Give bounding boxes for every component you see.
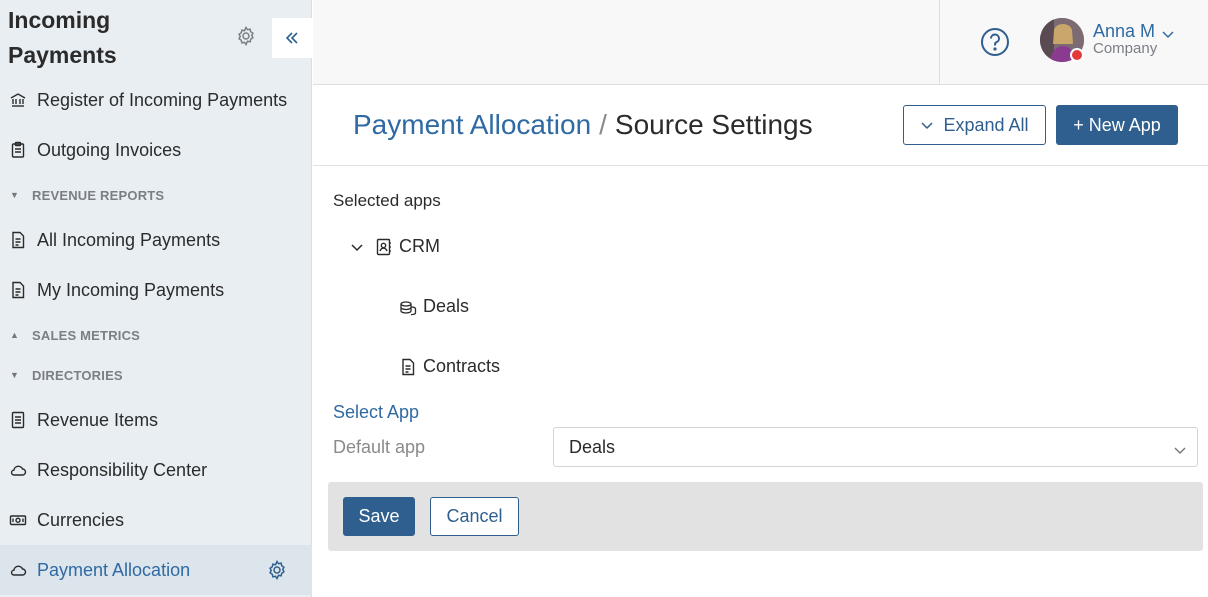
section-sales-metrics[interactable]: ▲ SALES METRICS [0,315,312,355]
gear-icon[interactable] [236,25,256,47]
sidebar-item-currencies[interactable]: Currencies [0,495,312,545]
sidebar-item-my-incoming-payments[interactable]: My Incoming Payments [0,265,312,315]
app-title-line2: Payments [8,42,117,68]
cloud-icon [8,560,28,580]
sidebar-item-revenue-items[interactable]: Revenue Items [0,395,312,445]
collapse-sidebar-button[interactable] [272,18,312,58]
section-revenue-reports[interactable]: ▼ REVENUE REPORTS [0,175,312,215]
tree-node-label: Deals [423,296,470,316]
section-directories[interactable]: ▼ DIRECTORIES [0,355,312,395]
cancel-button[interactable]: Cancel [430,497,519,536]
title-bar: Payment Allocation / Source Settings Expan… [313,85,1208,166]
sidebar-nav: Register of Incoming Payments Outgoing I… [0,75,312,595]
sidebar-item-label: Currencies [37,509,125,530]
default-app-value: Deals [569,436,616,457]
banknote-icon [8,510,28,530]
gear-icon[interactable] [267,559,287,581]
caret-down-icon: ▼ [10,370,19,380]
sidebar-item-label: Payment Allocation [37,559,191,580]
sidebar-item-label: Responsibility Center [37,459,208,480]
new-app-button[interactable]: + New App [1056,105,1178,145]
sidebar-item-outgoing-invoices[interactable]: Outgoing Invoices [0,125,312,175]
help-icon[interactable] [980,27,1010,57]
tree-node-contracts[interactable]: Contracts [398,356,500,377]
sidebar-item-label: Outgoing Invoices [37,139,182,160]
select-app-link[interactable]: Select App [333,402,419,423]
status-badge [1070,48,1084,62]
expand-all-button[interactable]: Expand All [903,105,1046,145]
tree-node-label: Contracts [423,356,501,376]
default-app-label: Default app [333,437,426,457]
default-app-select[interactable]: Deals [553,427,1198,467]
save-label: Save [358,506,400,526]
page-title: Source Settings [614,109,813,140]
coins-icon [398,297,418,317]
list-icon [8,410,28,430]
section-label: REVENUE REPORTS [32,187,165,203]
user-name[interactable]: Anna M [1093,21,1155,42]
double-chevron-left-icon [285,32,298,44]
bank-icon [8,90,28,110]
tree-node-label: CRM [399,236,440,256]
save-button[interactable]: Save [343,497,415,536]
header-divider [939,0,940,84]
expand-all-label: Expand All [943,114,1029,135]
caret-up-icon: ▲ [10,330,19,340]
chevron-down-icon[interactable] [350,237,364,257]
section-label: SALES METRICS [32,327,141,343]
tree-node-crm[interactable]: CRM [350,236,440,257]
chevron-down-icon[interactable] [1161,25,1175,39]
chevron-down-icon [921,122,933,130]
sidebar-item-all-incoming-payments[interactable]: All Incoming Payments [0,215,312,265]
breadcrumb-link[interactable]: Payment Allocation [353,109,591,140]
document-icon [398,357,418,377]
new-app-label: + New App [1073,114,1161,135]
clipboard-icon [8,140,28,160]
sidebar-item-responsibility-center[interactable]: Responsibility Center [0,445,312,495]
sidebar-item-label: Revenue Items [37,409,159,430]
section-label: DIRECTORIES [32,367,123,383]
caret-down-icon: ▼ [10,190,19,200]
tree-node-deals[interactable]: Deals [398,296,469,317]
document-icon [8,230,28,250]
app-title-line1: Incoming [8,7,111,33]
sidebar: Incoming Payments Register of Incoming P… [0,0,312,597]
contact-book-icon [374,237,394,257]
document-icon [8,280,28,300]
app-title: Incoming Payments [8,3,117,73]
breadcrumb-separator: / [599,109,607,140]
sidebar-item-register-of-incoming-payments[interactable]: Register of Incoming Payments [0,75,312,125]
cancel-label: Cancel [446,506,503,526]
cloud-icon [8,460,28,480]
sidebar-item-payment-allocation[interactable]: Payment Allocation [0,545,312,595]
chevron-down-icon [1173,441,1187,455]
sidebar-item-label: All Incoming Payments [37,229,221,250]
selected-apps-label: Selected apps [333,191,441,210]
user-company: Company [1093,40,1158,57]
sidebar-item-label: My Incoming Payments [37,279,225,300]
breadcrumb: Payment Allocation / Source Settings [353,109,813,141]
sidebar-item-label: Register of Incoming Payments [37,89,288,110]
